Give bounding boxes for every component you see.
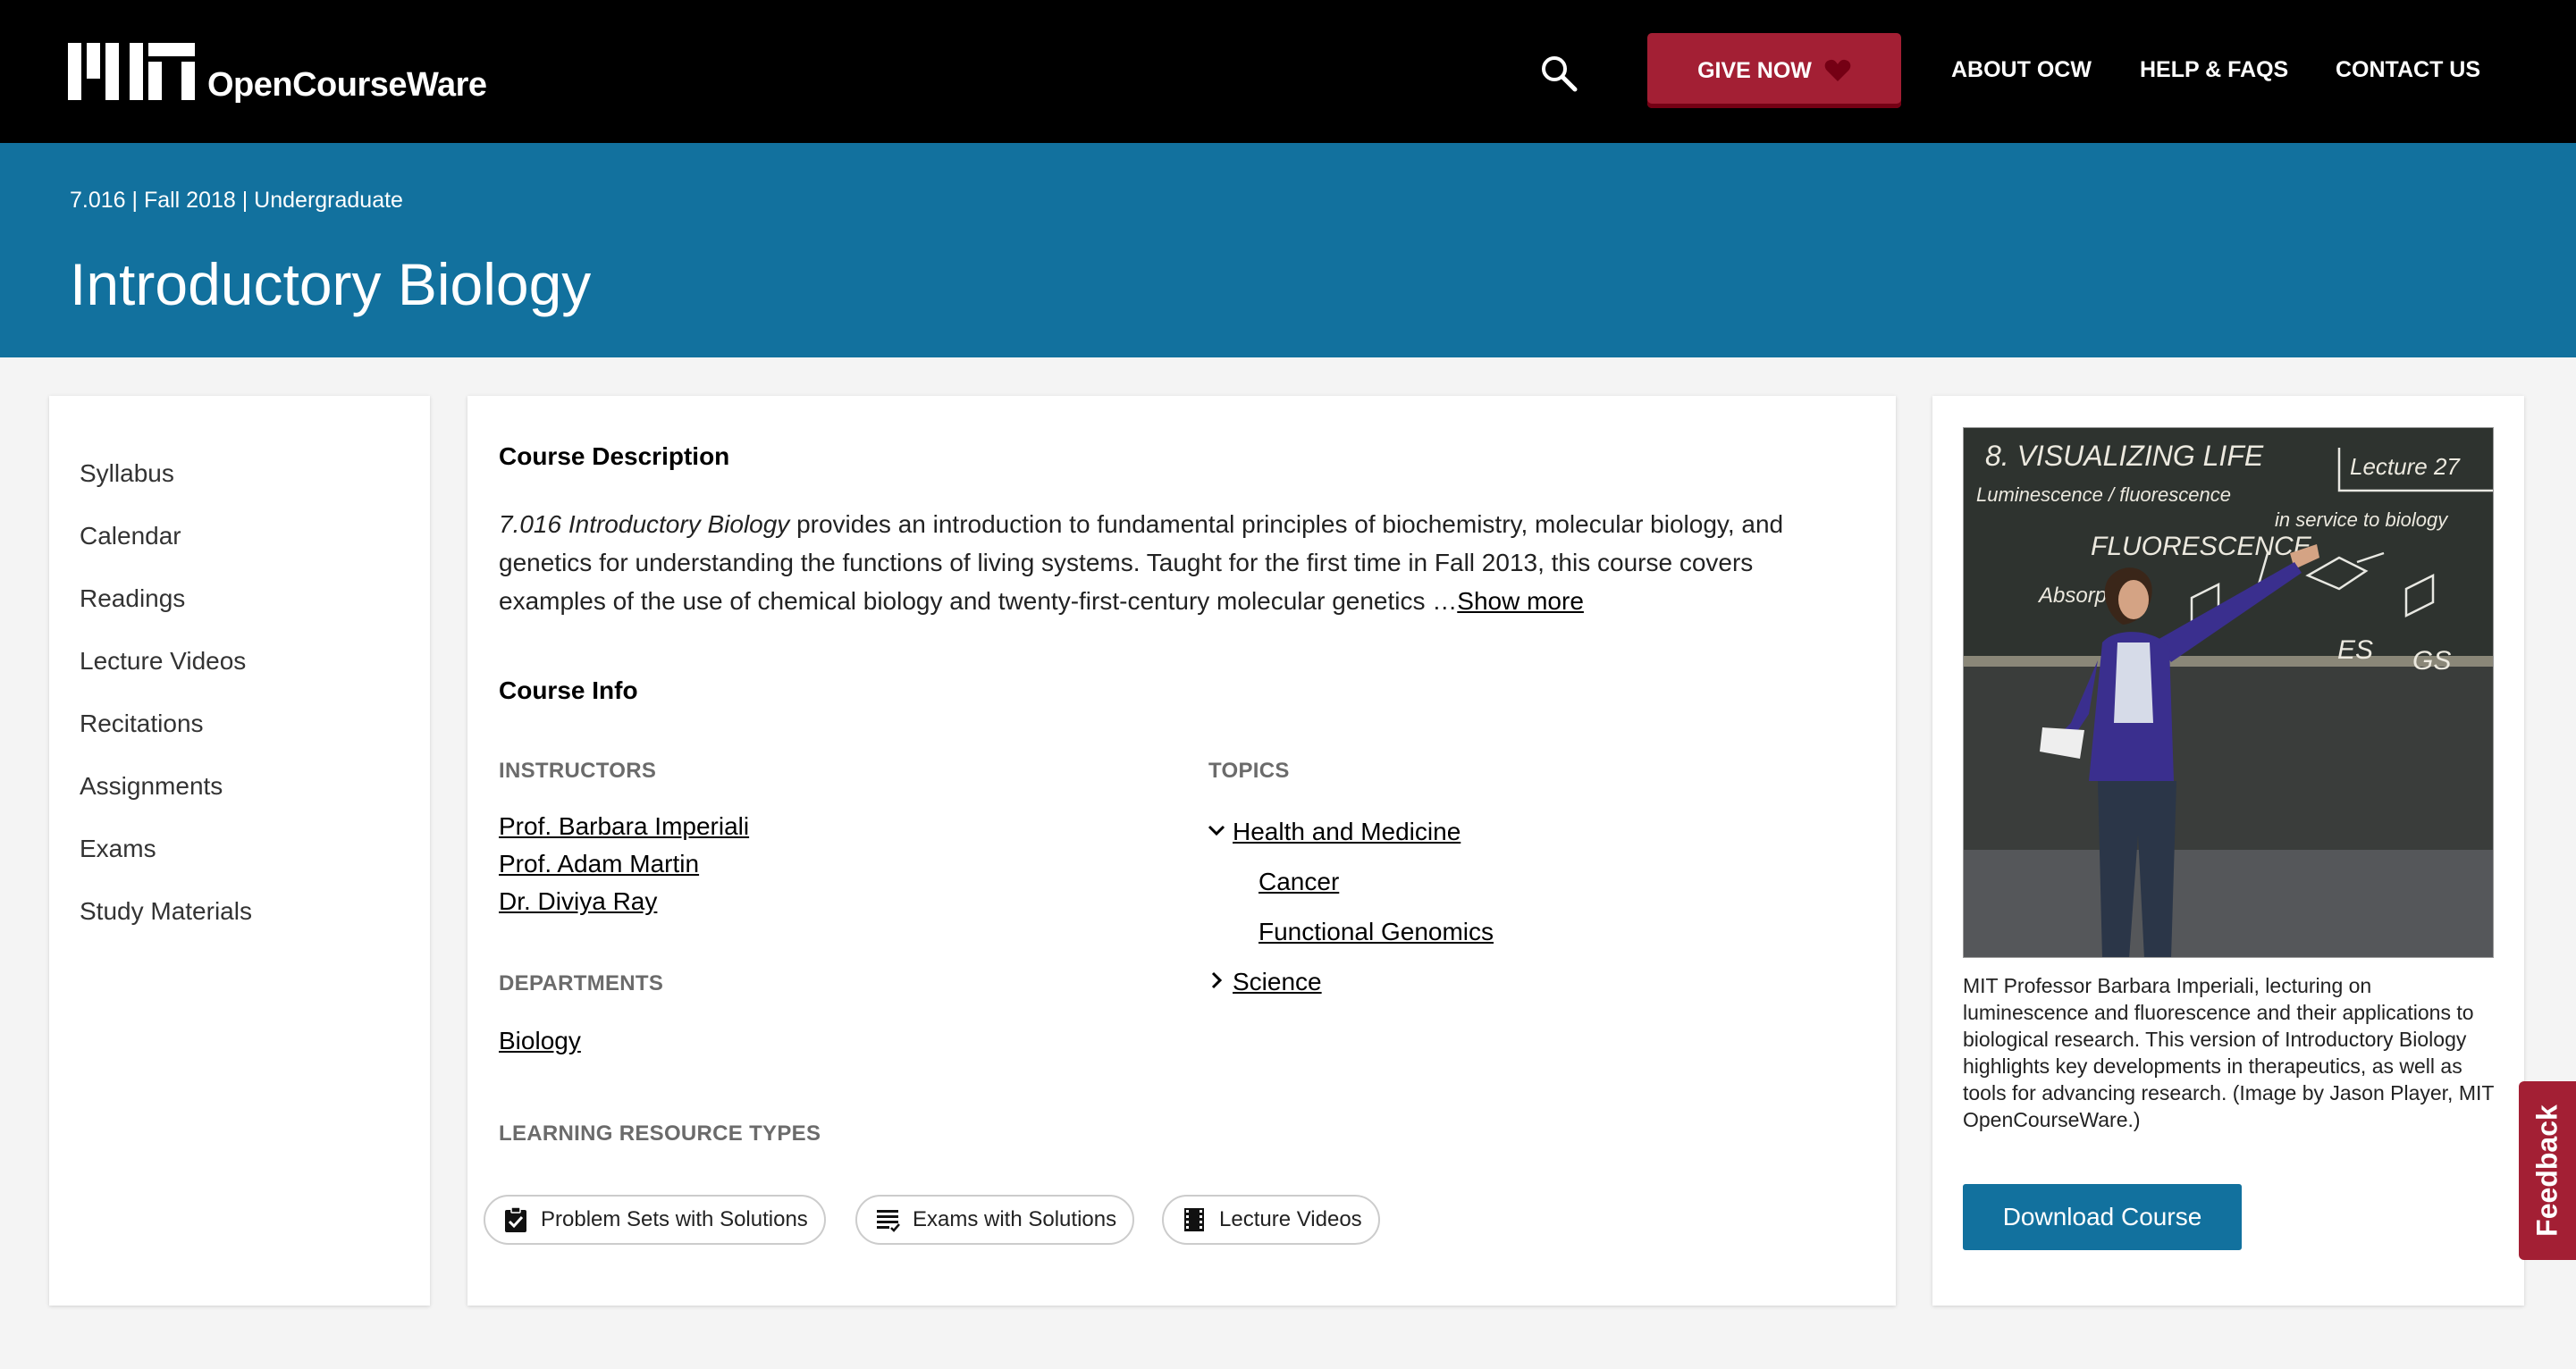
show-more-link[interactable]: Show more	[1457, 587, 1584, 615]
resource-type-label: Lecture Videos	[1219, 1207, 1362, 1231]
course-main-panel: Course Description 7.016 Introductory Bi…	[467, 396, 1896, 1306]
topics-label: TOPICS	[1208, 759, 1290, 783]
sidebar-item-study-materials[interactable]: Study Materials	[49, 880, 430, 943]
feedback-tab[interactable]: Feedback	[2519, 1081, 2576, 1260]
board-lecture: Lecture 27	[2350, 453, 2461, 480]
heart-icon	[1824, 59, 1851, 81]
departments-label: DEPARTMENTS	[499, 971, 664, 995]
nav-about-ocw[interactable]: ABOUT OCW	[1951, 57, 2092, 83]
sidebar-item-lecture-videos[interactable]: Lecture Videos	[49, 630, 430, 693]
clipboard-check-icon	[505, 1206, 526, 1232]
sidebar-item-exams[interactable]: Exams	[49, 818, 430, 880]
lecture-photo: 8. VISUALIZING LIFE Lecture 27 Luminesce…	[1964, 428, 2493, 957]
film-icon	[1184, 1208, 1204, 1231]
board-title: 8. VISUALIZING LIFE	[1985, 440, 2264, 472]
course-description: 7.016 Introductory Biology provides an i…	[499, 505, 1822, 620]
search-icon[interactable]	[1537, 52, 1580, 95]
chevron-right-icon[interactable]	[1206, 970, 1227, 991]
board-subtitle: Luminescence / fluorescence	[1976, 483, 2231, 506]
course-image: 8. VISUALIZING LIFE Lecture 27 Luminesce…	[1963, 427, 2494, 958]
page-title: Introductory Biology	[70, 251, 592, 317]
department-link[interactable]: Biology	[499, 1027, 581, 1055]
list-icon	[877, 1210, 900, 1232]
instructor-link[interactable]: Dr. Diviya Ray	[499, 887, 657, 916]
course-meta: 7.016 | Fall 2018 | Undergraduate	[70, 188, 403, 213]
top-nav-bar: OpenCourseWare GIVE NOW ABOUT OCW HELP &…	[0, 0, 2576, 143]
subtopic-link-functional-genomics[interactable]: Functional Genomics	[1259, 918, 1494, 946]
topic-link-science[interactable]: Science	[1233, 968, 1322, 996]
course-info-heading: Course Info	[499, 676, 638, 704]
learning-resource-types-label: LEARNING RESOURCE TYPES	[499, 1121, 821, 1146]
topic-link-health-and-medicine[interactable]: Health and Medicine	[1233, 818, 1461, 846]
resource-type-problem-sets[interactable]: Problem Sets with Solutions	[484, 1195, 826, 1245]
nav-help-faqs[interactable]: HELP & FAQS	[2140, 57, 2288, 83]
board-es: ES	[2337, 635, 2373, 665]
sidebar-item-recitations[interactable]: Recitations	[49, 693, 430, 755]
instructors-label: INSTRUCTORS	[499, 759, 657, 783]
feedback-label: Feedback	[2530, 1104, 2563, 1237]
logo-text: OpenCourseWare	[207, 66, 487, 104]
sidebar-item-readings[interactable]: Readings	[49, 567, 430, 630]
board-gs: GS	[2412, 646, 2451, 676]
board-subtitle-2: in service to biology	[2275, 508, 2449, 531]
image-caption: MIT Professor Barbara Imperiali, lecturi…	[1963, 974, 2495, 1131]
subtopic-link-cancer[interactable]: Cancer	[1259, 868, 1339, 896]
sidebar-item-calendar[interactable]: Calendar	[49, 505, 430, 567]
course-image-panel: 8. VISUALIZING LIFE Lecture 27 Luminesce…	[1932, 396, 2524, 1306]
sidebar-item-assignments[interactable]: Assignments	[49, 755, 430, 818]
nav-contact-us[interactable]: CONTACT US	[2336, 57, 2480, 83]
course-description-title: 7.016 Introductory Biology	[499, 510, 790, 538]
resource-type-lecture-videos[interactable]: Lecture Videos	[1162, 1195, 1380, 1245]
mit-ocw-logo[interactable]: OpenCourseWare	[68, 43, 487, 104]
resource-type-label: Exams with Solutions	[913, 1207, 1117, 1231]
sidebar-item-syllabus[interactable]: Syllabus	[49, 442, 430, 505]
course-description-heading: Course Description	[499, 442, 730, 470]
course-sidebar: Syllabus Calendar Readings Lecture Video…	[49, 396, 430, 1306]
download-course-button[interactable]: Download Course	[1963, 1184, 2242, 1250]
resource-type-exams[interactable]: Exams with Solutions	[855, 1195, 1135, 1245]
instructor-link[interactable]: Prof. Barbara Imperiali	[499, 812, 749, 841]
mit-logo-icon	[68, 43, 195, 100]
board-word: FLUORESCENCE	[2091, 532, 2312, 561]
chevron-down-icon[interactable]	[1206, 819, 1227, 841]
instructor-link[interactable]: Prof. Adam Martin	[499, 850, 699, 878]
give-now-button[interactable]: GIVE NOW	[1647, 33, 1901, 108]
resource-type-label: Problem Sets with Solutions	[541, 1207, 808, 1231]
give-now-label: GIVE NOW	[1697, 57, 1812, 83]
